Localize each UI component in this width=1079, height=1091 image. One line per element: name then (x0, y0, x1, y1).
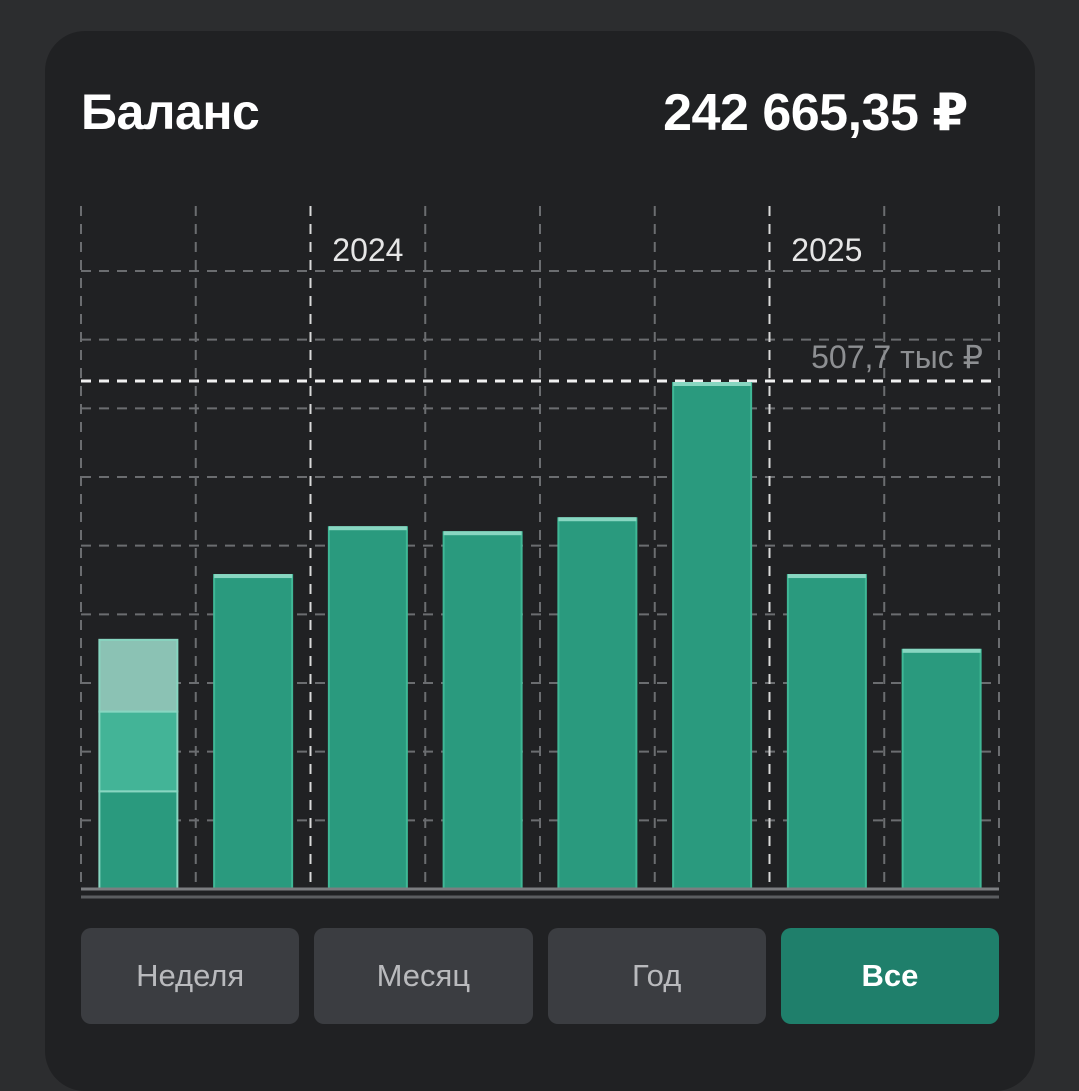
bar-segment (98, 710, 179, 793)
bar (327, 526, 408, 890)
bar (901, 648, 982, 890)
bar (557, 517, 638, 890)
chart-labels: 2024 2025 507,7 тыс ₽ (332, 232, 983, 375)
year-label-2025: 2025 (791, 232, 862, 268)
bar-segment (98, 638, 179, 713)
period-year-button[interactable]: Год (547, 928, 766, 1024)
bar-cap (443, 531, 522, 536)
bar (786, 574, 867, 890)
period-week-button[interactable]: Неделя (81, 928, 300, 1024)
bar-cap (328, 526, 407, 531)
period-selector: Неделя Месяц Год Все (81, 928, 999, 1024)
bar-cap (673, 381, 752, 386)
period-month-button[interactable]: Месяц (314, 928, 533, 1024)
bar (442, 531, 523, 890)
bar (672, 381, 753, 890)
balance-chart: 2024 2025 507,7 тыс ₽ (80, 206, 1000, 899)
balance-card: Баланс 242 665,35 ₽ 2024 2025 507,7 тыс … (45, 31, 1035, 1091)
bar-cap (902, 648, 981, 653)
bar (213, 574, 294, 890)
max-value-label: 507,7 тыс ₽ (811, 339, 983, 375)
bar-cap (558, 517, 637, 522)
bar-cap (787, 574, 866, 579)
period-all-button[interactable]: Все (780, 928, 999, 1024)
bar-cap (214, 574, 293, 579)
year-label-2024: 2024 (332, 232, 403, 268)
bar-segment (98, 790, 179, 890)
